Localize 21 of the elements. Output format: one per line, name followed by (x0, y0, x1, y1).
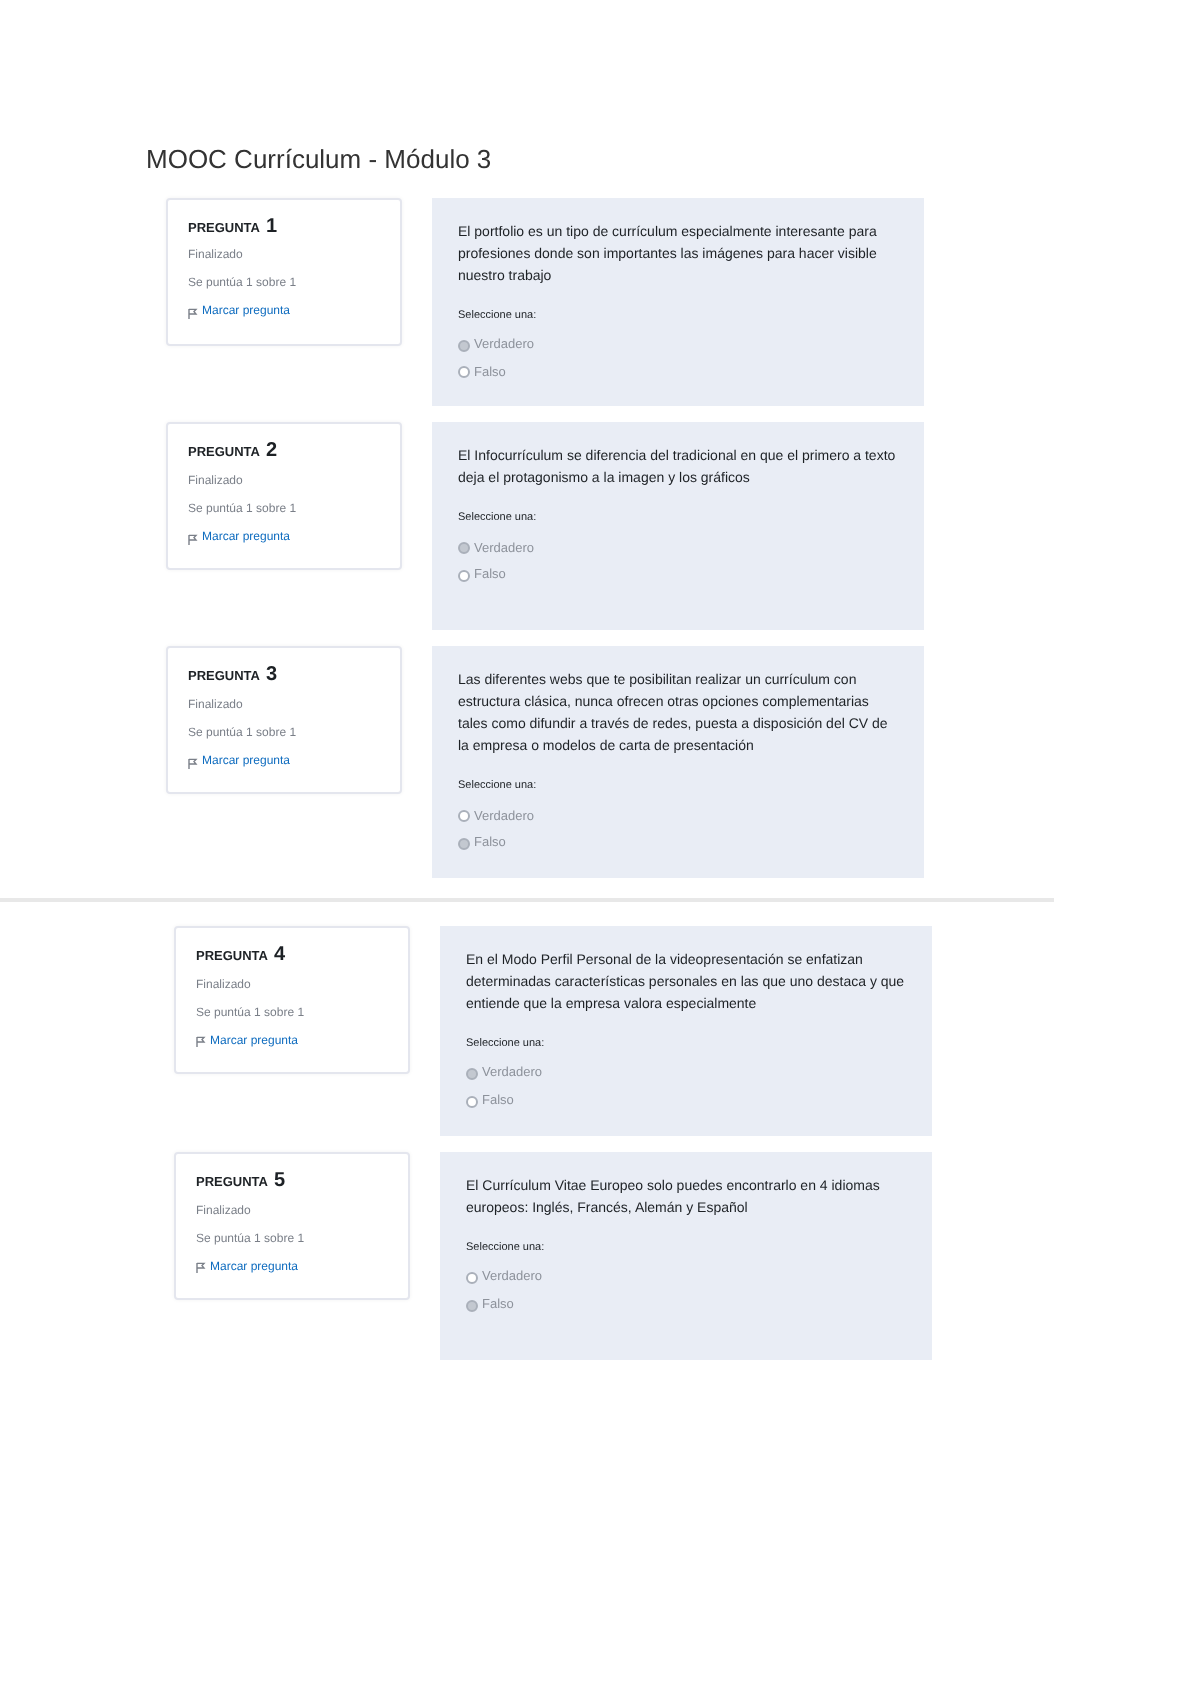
question-number: 4 (274, 946, 286, 966)
question-number: 1 (266, 217, 278, 237)
flag-icon (196, 1036, 206, 1049)
radio-button[interactable] (458, 366, 470, 379)
radio-button[interactable] (458, 570, 470, 583)
radio-button[interactable] (466, 1068, 478, 1081)
page-title: MOOC Currículum - Módulo 3 (146, 142, 494, 178)
radio-button[interactable] (466, 1299, 478, 1312)
radio-button[interactable] (458, 339, 470, 352)
flag-icon (188, 533, 198, 545)
question-number: 2 (266, 442, 278, 463)
question-number: 3 (266, 666, 278, 687)
radio-button[interactable] (458, 838, 470, 851)
flag-icon (188, 307, 198, 320)
radio-button[interactable] (466, 1095, 478, 1108)
radio-button[interactable] (458, 810, 470, 823)
flag-icon (196, 1262, 206, 1274)
flag-icon (188, 757, 198, 769)
question-number: 5 (274, 1171, 286, 1192)
radio-button[interactable] (458, 542, 470, 555)
radio-button[interactable] (466, 1271, 478, 1284)
